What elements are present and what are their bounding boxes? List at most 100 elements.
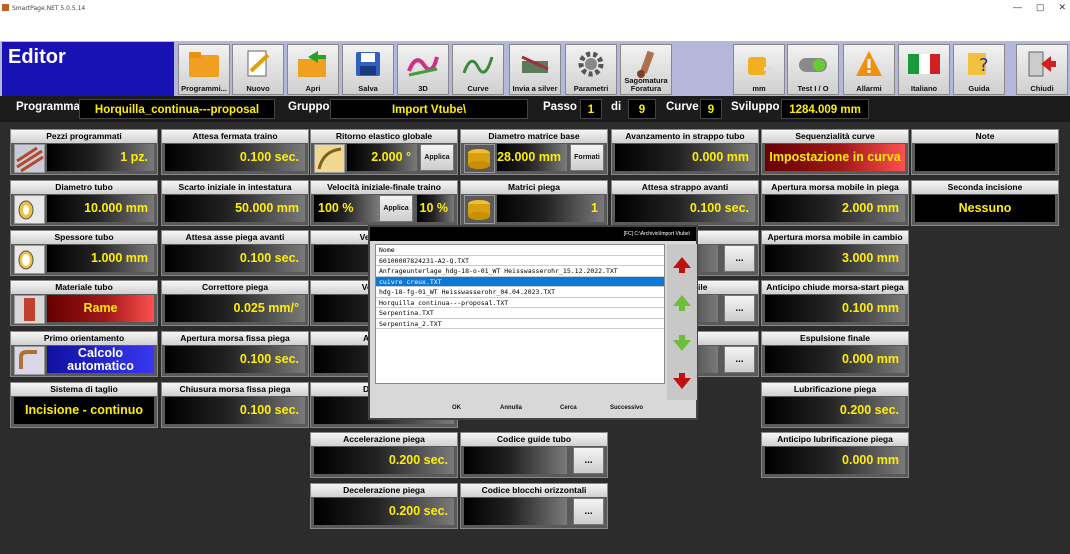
toolbar-button-3d-tube[interactable]: 3D: [397, 44, 449, 95]
param-title: Codice blocchi orizzontali: [461, 484, 607, 497]
toolbar-button-italy-flag[interactable]: Italiano: [898, 44, 950, 95]
spring-icon: [314, 144, 345, 173]
line-down-icon[interactable]: [667, 324, 697, 362]
line-up-icon[interactable]: [667, 284, 697, 322]
param-value[interactable]: 0.000 mm: [765, 447, 905, 474]
toolbar-button-folder[interactable]: Programmi...: [178, 44, 230, 95]
toolbar-button-drill[interactable]: Sagomatura Foratura: [620, 44, 672, 95]
param-value[interactable]: [464, 447, 567, 474]
page-up-icon[interactable]: [667, 246, 697, 284]
save-icon: [350, 48, 386, 80]
minimize-button[interactable]: —: [1013, 2, 1022, 13]
toolbar-button-new-document[interactable]: Nuovo: [232, 44, 284, 95]
toolbar-button-label: Italiano: [910, 84, 938, 93]
param-value[interactable]: 0.100 sec.: [165, 397, 305, 424]
param-value[interactable]: Impostazione in curva: [765, 144, 905, 171]
param-title: Ritorno elastico globale: [311, 130, 457, 143]
param-value[interactable]: Nessuno: [915, 195, 1055, 222]
param-value[interactable]: 0.100 sec.: [165, 245, 305, 272]
file-list-item[interactable]: cuivre creux.TXT: [376, 276, 664, 287]
param-value[interactable]: [915, 144, 1055, 171]
param-value[interactable]: Incisione - continuo: [14, 397, 154, 424]
param-value[interactable]: 0.100 mm: [765, 295, 905, 322]
cerca-button[interactable]: Cerca: [560, 405, 577, 411]
file-list-item[interactable]: 60100007824231-A2-Q.TXT: [376, 256, 664, 266]
passo-value[interactable]: 1: [580, 99, 602, 119]
toolbar-button-label: Sagomatura Foratura: [624, 76, 668, 93]
formats-button[interactable]: Formati: [570, 144, 604, 171]
toolbar-button-warning[interactable]: Allarmi: [843, 44, 895, 95]
file-list-item[interactable]: Horquilla continua---proposal.TXT: [376, 298, 664, 308]
param-value[interactable]: 2.000 mm: [765, 195, 905, 222]
file-list-item[interactable]: Serpentina_2.TXT: [376, 319, 664, 329]
param-value[interactable]: 0.200 sec.: [314, 498, 454, 525]
toolbar-button-exit[interactable]: Chiudi: [1016, 44, 1068, 95]
param-value[interactable]: [464, 498, 567, 525]
param-value[interactable]: 0.000 mm: [615, 144, 755, 171]
close-button[interactable]: ✕: [1058, 2, 1066, 13]
browse-button[interactable]: ...: [724, 245, 755, 272]
param-value[interactable]: Rame: [47, 295, 154, 322]
param-title: Chiusura morsa fissa piega: [162, 383, 308, 396]
param-value[interactable]: 1 pz.: [47, 144, 154, 171]
param-title: Attesa strappo avanti: [612, 181, 758, 194]
apply-button[interactable]: Applica: [379, 195, 413, 222]
toolbar-button-toggle[interactable]: Test I / O: [787, 44, 839, 95]
file-list-item[interactable]: Anfrageunterlage_hdg-18-o-01_WT Heisswas…: [376, 266, 664, 277]
apply-button[interactable]: Applica: [420, 144, 454, 171]
param-value-2[interactable]: 10 %: [417, 195, 454, 222]
param-card: Codice guide tubo...: [460, 432, 608, 478]
svg-text:?: ?: [979, 55, 989, 76]
programma-value[interactable]: Horquilla_continua---proposal: [79, 99, 275, 119]
param-value[interactable]: 0.100 sec.: [615, 195, 755, 222]
3d-tube-icon: [405, 48, 441, 80]
param-value[interactable]: Calcolo automatico: [47, 346, 154, 373]
param-value[interactable]: 28.000 mm: [497, 144, 567, 171]
browse-button[interactable]: ...: [573, 498, 604, 525]
param-value[interactable]: 0.200 sec.: [765, 397, 905, 424]
open-icon: [295, 48, 331, 80]
browse-button[interactable]: ...: [724, 295, 755, 322]
param-title: Sequenzialità curve: [762, 130, 908, 143]
browse-button[interactable]: ...: [573, 447, 604, 474]
param-value[interactable]: 1.000 mm: [47, 245, 154, 272]
dialog-buttons: OK Annulla Cerca Successivo: [370, 405, 696, 417]
gruppo-value[interactable]: Import Vtube\: [330, 99, 528, 119]
ok-button[interactable]: OK: [452, 405, 461, 411]
param-card: Anticipo chiude morsa-start piega 0.100 m…: [761, 280, 909, 326]
toolbar-button-open[interactable]: Apri: [287, 44, 339, 95]
toolbar-button-tape-measure[interactable]: mm: [733, 44, 785, 95]
toolbar-button-save[interactable]: Salva: [342, 44, 394, 95]
param-title: Velocità iniziale-finale traino: [311, 181, 457, 194]
toolbar-button-send-machine[interactable]: Invia a silver: [509, 44, 561, 95]
param-card: Anticipo lubrificazione piega 0.000 mm: [761, 432, 909, 478]
param-value[interactable]: 100 %: [314, 195, 379, 222]
file-list-item[interactable]: hdg-18-fg-01_WT Heisswasserohr_04.04.202…: [376, 287, 664, 298]
param-value[interactable]: 3.000 mm: [765, 245, 905, 272]
browse-button[interactable]: ...: [724, 346, 755, 373]
param-value[interactable]: 10.000 mm: [47, 195, 154, 222]
file-list-item[interactable]: Serpentina.TXT: [376, 308, 664, 319]
param-value[interactable]: 50.000 mm: [165, 195, 305, 222]
param-value[interactable]: 2.000 °: [347, 144, 417, 171]
toolbar-button-gear[interactable]: Parametri: [565, 44, 617, 95]
param-value[interactable]: 1: [497, 195, 604, 222]
help-icon: ?: [961, 48, 997, 80]
passo-label: Passo: [543, 101, 577, 113]
toolbar-button-curve[interactable]: Curve: [452, 44, 504, 95]
param-value[interactable]: 0.100 sec.: [165, 144, 305, 171]
annulla-button[interactable]: Annulla: [500, 405, 522, 411]
param-value[interactable]: 0.000 mm: [765, 346, 905, 373]
maximize-button[interactable]: ▢: [1036, 2, 1045, 13]
param-title: Avanzamento in strappo tubo: [612, 130, 758, 143]
param-value[interactable]: 0.200 sec.: [314, 447, 454, 474]
toolbar-button-help[interactable]: ? Guida: [953, 44, 1005, 95]
file-list[interactable]: Nome 60100007824231-A2-Q.TXT Anfrageunter…: [375, 244, 665, 384]
successivo-button[interactable]: Successivo: [610, 405, 643, 411]
param-value[interactable]: 0.100 sec.: [165, 346, 305, 373]
param-card: Decelerazione piega 0.200 sec.: [310, 483, 458, 529]
scroll-controls: [667, 244, 697, 400]
param-value[interactable]: 0.025 mm/°: [165, 295, 305, 322]
toolbar-button-label: Apri: [305, 84, 321, 93]
page-down-icon[interactable]: [667, 362, 697, 400]
